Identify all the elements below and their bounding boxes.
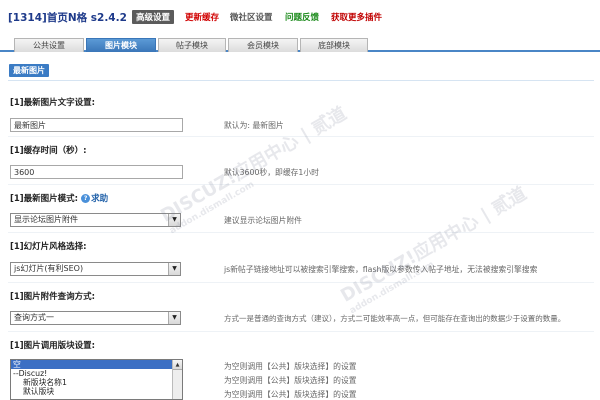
block-hint-3: 为空则调用【公共】版块选择】的设置	[224, 390, 357, 399]
chevron-up-icon[interactable]: ▲	[173, 360, 182, 370]
top-bar: [1314]首页N格 s2.4.2 高级设置 更新缓存 微社区设置 问题反馈 获…	[0, 0, 600, 34]
update-cache-link[interactable]: 更新缓存	[185, 11, 219, 23]
scrollbar[interactable]: ▲	[172, 360, 182, 399]
chevron-down-icon[interactable]: ▼	[168, 263, 180, 275]
chevron-down-icon[interactable]: ▼	[168, 214, 180, 226]
query-hint: 方式一是普通的查询方式（建议），方式二可能效率高一点，但可能存在查询出的数据少于…	[224, 314, 566, 323]
advanced-settings-link[interactable]: 高级设置	[132, 10, 175, 24]
slideshow-label: [1]幻灯片风格选择:	[10, 242, 87, 252]
slideshow-select-value: js幻灯片(有利SEO)	[14, 264, 84, 273]
cache-time-input[interactable]	[10, 165, 183, 179]
mode-hint: 建议显示论坛图片附件	[224, 216, 302, 225]
tab-image-module[interactable]: 图片模块	[86, 38, 156, 52]
tab-bottom-module[interactable]: 底部模块	[300, 38, 368, 52]
mode-select-value: 显示论坛图片附件	[14, 215, 78, 224]
row-divider	[8, 282, 594, 283]
row-divider	[8, 136, 594, 137]
mode-label-text: [1]最新图片模式:	[10, 194, 79, 204]
watermark-subtext: addon.dismall.com	[348, 259, 437, 317]
help-icon[interactable]: ?	[81, 194, 91, 203]
micro-community-link[interactable]: 微社区设置	[230, 11, 273, 23]
block-hint-1: 为空则调用【公共】版块选择】的设置	[224, 362, 357, 371]
row-divider	[8, 184, 594, 185]
row-divider	[8, 331, 594, 332]
watermark: DISCUZ!应用中心 | 贰道 addon.dismall.com	[335, 180, 536, 317]
row-divider	[8, 232, 594, 233]
help-link[interactable]: 求助	[91, 194, 108, 204]
chevron-down-icon[interactable]: ▼	[168, 312, 180, 324]
tab-bar: 公共设置 图片模块 帖子模块 会员模块 底部模块	[0, 36, 600, 52]
list-item[interactable]: --Discuz!	[11, 369, 182, 378]
mode-select[interactable]: 显示论坛图片附件 ▼	[10, 213, 181, 227]
list-item[interactable]: 空	[11, 360, 182, 369]
block-hint-2: 为空则调用【公共】版块选择】的设置	[224, 376, 357, 385]
query-select[interactable]: 查询方式一 ▼	[10, 311, 181, 325]
feedback-link[interactable]: 问题反馈	[285, 11, 319, 23]
slideshow-hint: js新帖子链接地址可以被搜索引擎搜索，flash版以参数传入帖子地址，无法被搜索…	[224, 265, 538, 274]
query-select-value: 查询方式一	[14, 313, 54, 322]
section-title: 最新图片	[9, 64, 49, 77]
tab-public-settings[interactable]: 公共设置	[14, 38, 84, 52]
watermark-text: DISCUZ!应用中心 | 贰道	[337, 183, 531, 307]
more-plugins-link[interactable]: 获取更多插件	[331, 11, 382, 23]
block-listbox[interactable]: 空 --Discuz! 新版块名称1 默认版块 ▲	[10, 359, 183, 400]
list-item[interactable]: 新版块名称1	[11, 378, 182, 387]
tab-member-module[interactable]: 会员模块	[228, 38, 298, 52]
list-item[interactable]: 默认版块	[11, 387, 182, 396]
cache-time-label: [1]缓存时间（秒）:	[10, 146, 87, 156]
cache-time-hint: 默认3600秒，即缓存1小时	[224, 168, 319, 177]
app-title: [1314]首页N格 s2.4.2	[8, 12, 127, 24]
text-setting-hint: 默认为: 最新图片	[224, 121, 284, 130]
text-setting-input[interactable]	[10, 118, 183, 132]
text-setting-label: [1]最新图片文字设置:	[10, 98, 96, 108]
block-label: [1]图片调用版块设置:	[10, 341, 96, 351]
query-label: [1]图片附件查询方式:	[10, 292, 96, 302]
section-divider	[8, 80, 594, 81]
slideshow-select[interactable]: js幻灯片(有利SEO) ▼	[10, 262, 181, 276]
mode-label: [1]最新图片模式:? 求助	[10, 192, 108, 204]
tab-post-module[interactable]: 帖子模块	[158, 38, 226, 52]
